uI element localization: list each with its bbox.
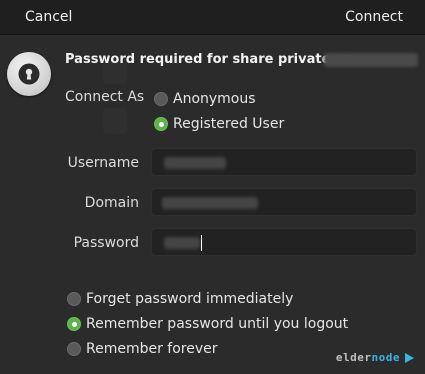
redacted-username [164,157,226,169]
anonymous-radio[interactable]: Anonymous [154,91,256,107]
password-label: Password [73,235,139,251]
watermark-text-elder: elder [335,351,372,364]
redacted-server-name [324,53,418,67]
password-dialog: Cancel Connect Password required for sha… [0,0,425,374]
background-icon-ghost [103,108,127,134]
username-label: Username [67,155,139,171]
redacted-password [164,237,200,249]
username-field[interactable] [151,148,417,176]
radio-button-icon [67,292,81,306]
dialog-title: Password required for share private on [65,52,354,67]
remember-until-logout-radio[interactable]: Remember password until you logout [67,316,348,332]
remember-until-logout-label: Remember password until you logout [86,316,349,332]
remember-forever-radio[interactable]: Remember forever [67,341,218,357]
eldernode-watermark: elder node [336,351,415,364]
radio-button-checked-icon [154,117,168,131]
cancel-button[interactable]: Cancel [25,0,72,34]
radio-button-icon [154,92,168,106]
radio-button-checked-icon [67,317,81,331]
password-field[interactable] [151,228,417,256]
connect-button[interactable]: Connect [345,0,403,34]
redacted-domain [162,197,258,209]
text-cursor [201,235,202,251]
registered-user-label: Registered User [173,116,285,132]
anonymous-label: Anonymous [173,91,256,107]
remember-forever-label: Remember forever [86,341,218,357]
connect-as-label: Connect As [65,89,145,105]
watermark-text-node: node [371,351,400,364]
domain-field[interactable] [151,188,417,216]
radio-button-icon [67,342,81,356]
registered-user-radio[interactable]: Registered User [154,116,284,132]
forget-password-label: Forget password immediately [86,291,294,307]
domain-label: Domain [84,195,139,211]
lock-icon [7,52,51,96]
play-arrow-icon [405,352,414,363]
forget-password-radio[interactable]: Forget password immediately [67,291,293,307]
header-bar: Cancel Connect [0,0,425,35]
